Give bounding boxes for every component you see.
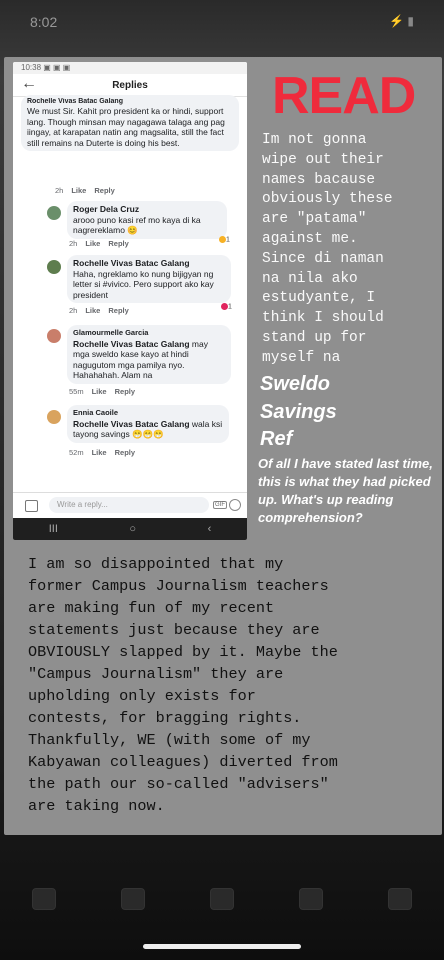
keyword-sweldo: Sweldo [260,373,331,395]
mention-tag[interactable]: Rochelle Vivas Batac Galang [73,419,190,429]
comment-author[interactable]: Glamourmelle Garcia [73,328,225,339]
keyword-ref: Ref [260,428,293,450]
reply-link[interactable]: Reply [108,239,128,248]
comment-text: We must Sir. Kahit pro president ka or h… [27,106,225,148]
android-nav-bar: III ○ ‹ [13,518,247,540]
comment-bubble: Rochelle Vivas Batac Galang We must Sir.… [21,95,239,151]
comment-text: arooo puno kasi ref mo kaya di ka nagrer… [73,214,201,236]
reply-link[interactable]: Reply [108,306,128,315]
comment-author[interactable]: Ennia Caoile [73,408,223,419]
status-time: 8:02 [30,14,58,30]
comment-time: 52m [69,448,84,457]
like-link[interactable]: Like [85,239,100,248]
back-icon[interactable]: ‹ [208,523,212,535]
like-link[interactable]: Like [85,306,100,315]
reply-input[interactable]: Write a reply... [49,497,209,513]
reaction-count: 1 [219,236,230,243]
comment-meta: 2h Like Reply [55,186,115,195]
menu-icon[interactable] [387,888,412,910]
comment-time: 2h [55,186,64,195]
comment-time: 55m [69,387,84,396]
comment-bubble: Rochelle Vivas Batac Galang Haha, ngrekl… [67,255,231,303]
avatar[interactable] [47,260,61,274]
comment-bubble: Glamourmelle Garcia Rochelle Vivas Batac… [67,325,231,384]
angry-reaction-icon [221,303,228,310]
comment-author: Rochelle Vivas Batac Galang [27,98,123,105]
phone-status-bar: 10:38 ▣ ▣ ▣ [13,62,247,74]
gif-icon[interactable]: GIF [213,501,227,509]
comment-meta: 2h Like Reply [69,306,129,315]
italic-note: Of all I have stated last time, this is … [258,456,433,525]
status-icons: ⚡ ▮ [389,14,414,28]
haha-reaction-icon [219,236,226,243]
reply-link[interactable]: Reply [94,186,114,195]
comment-meta: 2h Like Reply [69,239,129,248]
comment-bubble: Roger Dela Cruz arooo puno kasi ref mo k… [67,201,227,239]
comment-meta: 55m Like Reply [69,387,135,396]
comment-bubble: Ennia Caoile Rochelle Vivas Batac Galang… [67,405,229,443]
comment-time: 2h [69,239,78,248]
watch-icon[interactable] [209,888,234,910]
back-arrow-icon[interactable]: ← [21,75,37,93]
avatar[interactable] [47,329,61,343]
reply-link[interactable]: Reply [115,448,135,457]
app-bottom-nav [0,868,444,930]
comment-author[interactable]: Roger Dela Cruz [73,204,221,215]
comment-text: Haha, ngreklamo ko nung bijigyan ng lett… [73,268,214,300]
comment-time: 2h [69,306,78,315]
story-text-bottom: I am so disappointed that my former Camp… [28,555,338,815]
home-indicator[interactable] [143,944,301,949]
like-link[interactable]: Like [92,387,107,396]
home-icon[interactable] [32,888,57,910]
story-text-right: Im not gonna wipe out their names bacaus… [262,132,393,366]
avatar[interactable] [47,206,61,220]
embedded-screenshot: 10:38 ▣ ▣ ▣ ← Replies Rochelle Vivas Bat… [13,62,247,540]
like-link[interactable]: Like [92,448,107,457]
recents-icon[interactable]: III [49,523,58,535]
read-heading: READ [272,67,416,125]
emoji-icon[interactable] [229,499,241,511]
replies-title: Replies [112,79,148,91]
avatar[interactable] [47,410,61,424]
camera-icon[interactable] [25,500,38,512]
mention-tag[interactable]: Rochelle Vivas Batac Galang [73,339,190,349]
reply-composer: Write a reply... GIF [13,492,247,519]
reaction-count: 1 [221,303,232,310]
replies-header: ← Replies [13,74,247,97]
search-icon[interactable] [121,888,146,910]
comments-list: Rochelle Vivas Batac Galang We must Sir.… [13,95,247,493]
bell-icon[interactable] [298,888,323,910]
like-link[interactable]: Like [71,186,86,195]
comment-author[interactable]: Rochelle Vivas Batac Galang [73,258,225,269]
comment-meta: 52m Like Reply [69,448,135,457]
home-icon[interactable]: ○ [129,523,136,535]
reply-link[interactable]: Reply [115,387,135,396]
keyword-savings: Savings [260,401,337,423]
